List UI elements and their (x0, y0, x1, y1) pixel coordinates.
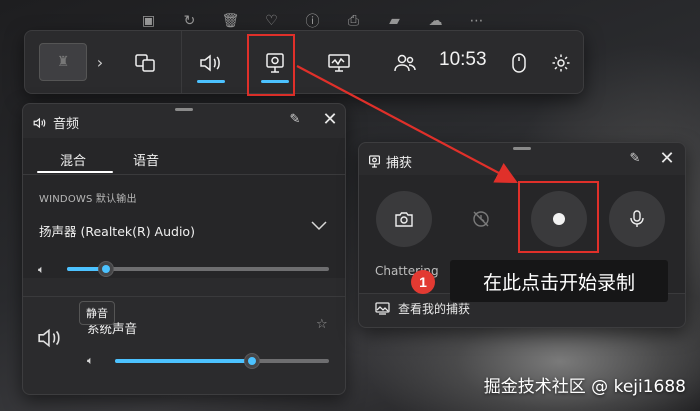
close-icon[interactable]: ✕ (657, 148, 677, 169)
default-output-label: WINDOWS 默认输出 (39, 194, 137, 205)
screenshot-button[interactable] (376, 191, 432, 247)
close-icon[interactable]: ✕ (320, 109, 340, 130)
chevron-right-icon[interactable]: › (93, 51, 107, 73)
output-device-select[interactable]: 扬声器 (Realtek(R) Audio) (39, 221, 195, 240)
audio-panel: 音频 ✎ ✕ 混合 语音 WINDOWS 默认输出 扬声器 (Realtek(R… (22, 103, 346, 395)
gallery-icon (375, 302, 390, 315)
mouse-icon (512, 53, 526, 73)
audio-panel-header: 音频 (33, 113, 79, 132)
app-volume-icon[interactable]: 🔈︎ (87, 354, 94, 368)
mute-tooltip: 静音 (79, 301, 115, 325)
game-bar: ♜ › 10:53 (24, 30, 584, 94)
capture-icon (369, 155, 380, 168)
chevron-down-icon[interactable] (311, 216, 327, 235)
widget-gallery-icon (135, 54, 155, 72)
performance-button[interactable] (311, 41, 367, 85)
tab-voice[interactable]: 语音 (133, 150, 159, 169)
performance-icon (328, 54, 350, 72)
microphone-button[interactable] (609, 191, 665, 247)
settings-button[interactable] (533, 41, 589, 85)
tab-active-indicator (37, 171, 113, 173)
speaker-icon (200, 54, 220, 72)
microphone-icon (630, 210, 644, 227)
audio-active-indicator (197, 80, 225, 83)
capture-panel-header: 捕获 (369, 152, 412, 171)
camera-icon (395, 211, 413, 227)
view-captures-label: 查看我的捕获 (398, 302, 471, 316)
step-badge: 1 (411, 270, 435, 294)
drag-handle[interactable] (175, 108, 193, 111)
speaker-icon (33, 117, 46, 128)
star-icon[interactable]: ☆ (316, 317, 328, 332)
pin-icon[interactable]: ✎ (286, 112, 304, 127)
pin-icon[interactable]: ✎ (626, 151, 644, 166)
capture-highlight-box (247, 34, 295, 96)
app-volume-fill (115, 359, 252, 363)
widget-gallery-button[interactable] (117, 41, 173, 85)
tab-mix[interactable]: 混合 (60, 150, 86, 169)
app-volume-slider[interactable] (115, 353, 329, 369)
clock: 10:53 (439, 49, 487, 70)
watermark: 掘金技术社区 @ keji1688 (483, 377, 686, 397)
system-sounds-icon (37, 327, 63, 353)
audio-button[interactable] (183, 41, 239, 85)
record-last-button[interactable] (453, 191, 509, 247)
drag-handle[interactable] (513, 147, 531, 150)
settings-icon (552, 54, 570, 72)
record-highlight-box (518, 181, 599, 253)
instruction-callout: 在此点击开始录制 (450, 260, 668, 302)
audio-panel-title: 音频 (53, 117, 80, 132)
master-volume-slider[interactable] (67, 261, 329, 277)
volume-icon[interactable]: 🔈︎ (38, 263, 45, 277)
app-volume-thumb[interactable] (243, 353, 260, 369)
view-captures-link[interactable]: 查看我的捕获 (375, 300, 470, 317)
thumbnail-icon[interactable]: ♜ (39, 43, 87, 81)
xbox-social-icon (394, 54, 416, 72)
xbox-social-button[interactable] (377, 41, 433, 85)
record-last-icon (473, 211, 489, 227)
capture-panel-title: 捕获 (386, 156, 413, 171)
